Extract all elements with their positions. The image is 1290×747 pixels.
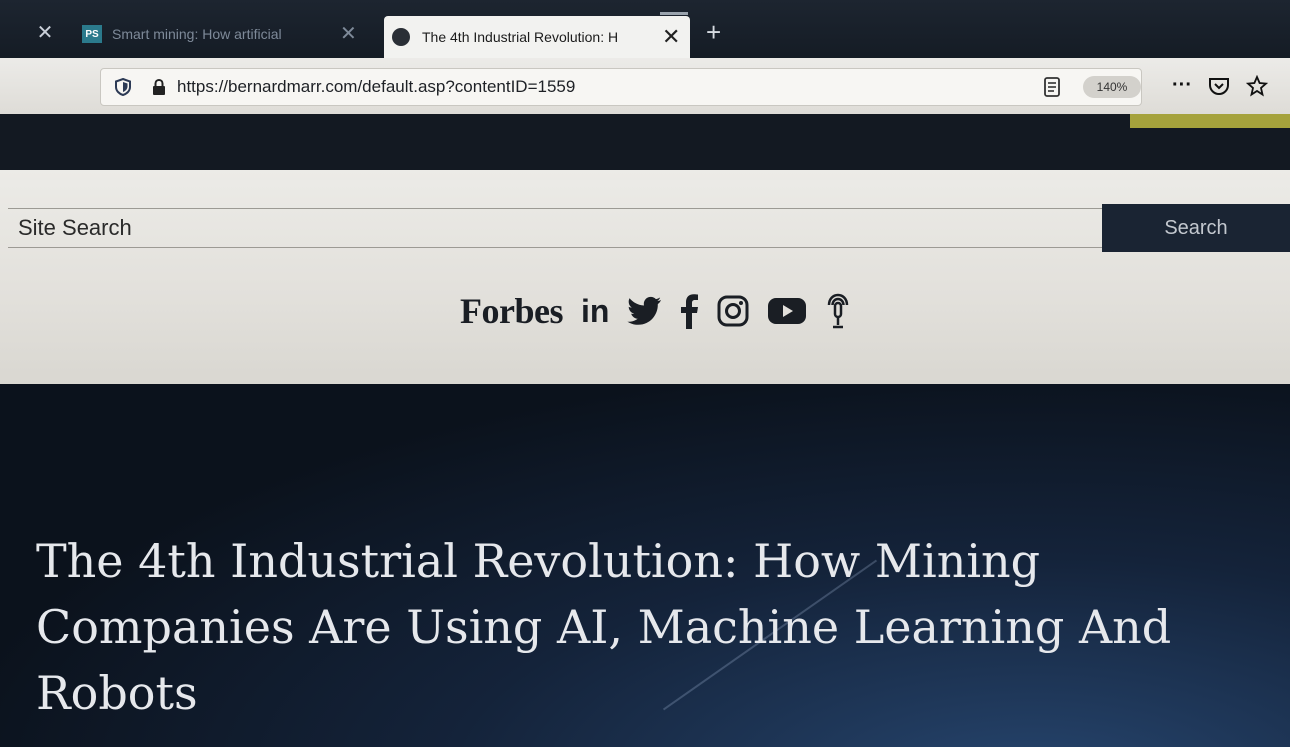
more-icon[interactable]: ··· [1172, 74, 1192, 97]
tab-smart-mining[interactable]: PS Smart mining: How artificial ✕ [78, 14, 378, 54]
new-tab-plus-icon[interactable]: + [706, 18, 721, 46]
url-text: https://bernardmarr.com/default.asp?cont… [177, 77, 576, 96]
toolbar-actions: ··· [1172, 74, 1268, 97]
instagram-icon[interactable] [717, 295, 749, 327]
pocket-icon[interactable] [1208, 76, 1230, 96]
site-top-band [0, 114, 1290, 172]
article-hero: The 4th Industrial Revolution: How Minin… [0, 384, 1290, 747]
forbes-link[interactable]: Forbes [460, 290, 563, 332]
browser-tab-bar: ✕ PS Smart mining: How artificial ✕ The … [0, 0, 1290, 62]
ps-favicon-icon: PS [82, 25, 102, 43]
site-favicon-icon [392, 28, 410, 46]
site-search: Search [0, 204, 1290, 252]
tracking-shield-icon[interactable] [115, 78, 131, 96]
site-search-input[interactable] [8, 208, 1102, 248]
youtube-icon[interactable] [767, 296, 807, 326]
reader-view-icon[interactable] [1043, 77, 1061, 97]
navigation-toolbar: https://bernardmarr.com/default.asp?cont… [0, 58, 1290, 114]
tab-4th-industrial-revolution[interactable]: The 4th Industrial Revolution: H ✕ [384, 12, 690, 58]
twitter-icon[interactable] [627, 296, 662, 326]
zoom-level-button[interactable]: 140% [1083, 76, 1141, 98]
lock-icon[interactable] [151, 78, 167, 96]
accent-bar [1130, 114, 1290, 128]
site-header [0, 170, 1290, 384]
tab-title: Smart mining: How artificial [112, 26, 282, 42]
facebook-icon[interactable] [679, 293, 699, 329]
linkedin-icon[interactable]: in [581, 293, 609, 330]
close-icon[interactable]: ✕ [662, 26, 680, 48]
address-bar[interactable]: https://bernardmarr.com/default.asp?cont… [100, 68, 1142, 106]
article-title: The 4th Industrial Revolution: How Minin… [36, 534, 1172, 720]
tab-title: The 4th Industrial Revolution: H [422, 29, 619, 45]
podcast-icon[interactable] [825, 291, 851, 331]
search-button[interactable]: Search [1102, 204, 1290, 252]
close-icon[interactable]: ✕ [340, 24, 357, 44]
star-icon[interactable] [1245, 74, 1268, 97]
close-icon[interactable]: ✕ [34, 22, 56, 44]
social-links: Forbes in [460, 290, 851, 332]
